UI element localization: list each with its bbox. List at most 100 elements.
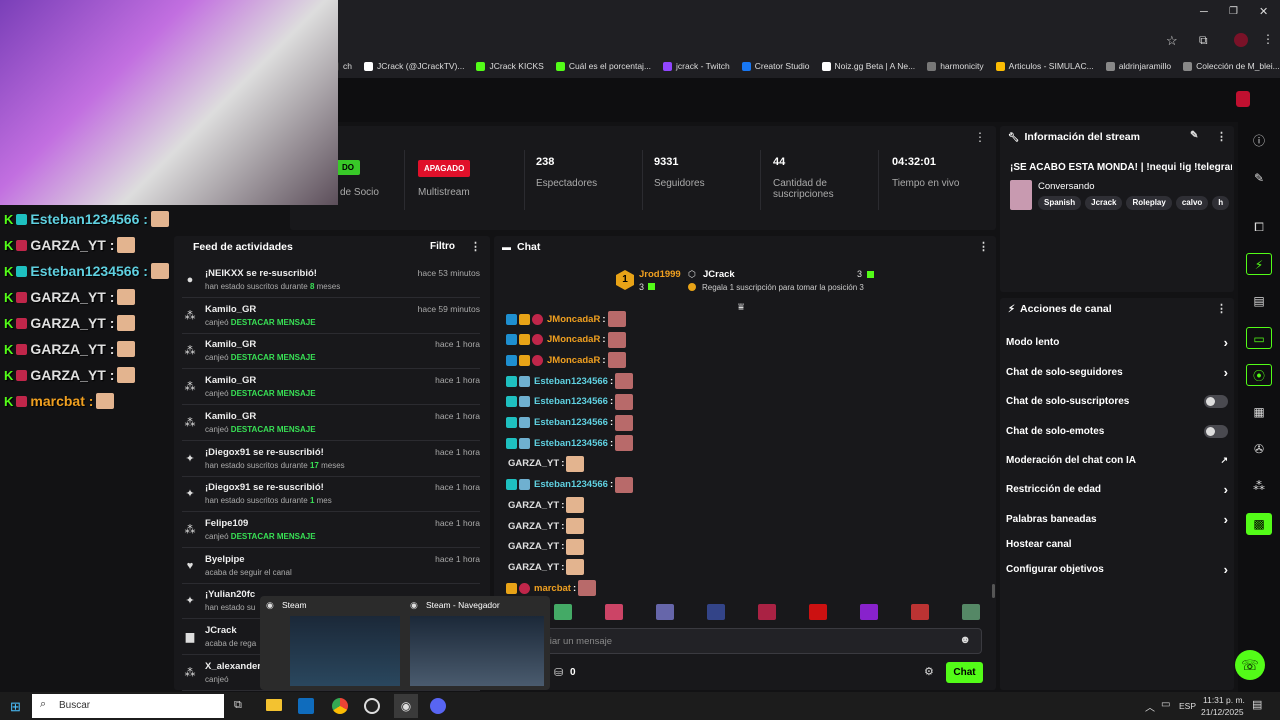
chat-message[interactable]: Esteban1234566:	[506, 372, 634, 390]
category-name[interactable]: Conversando	[1038, 181, 1095, 192]
feed-item[interactable]: ⁂ Felipe109 canjeó DESTACAR MENSAJE hace 1 …	[182, 514, 480, 548]
feed-item[interactable]: ✦ ¡Diegox91 se re-suscribió! han estado su…	[182, 478, 480, 513]
chat-username[interactable]: marcbat	[534, 583, 571, 594]
channel-action-item[interactable]: Moderación del chat con IA ↗	[1006, 451, 1228, 469]
chat-input[interactable]: viar un mensaje ☻	[536, 628, 982, 654]
channel-action-item[interactable]: Modo lento ›	[1006, 333, 1228, 351]
category-thumbnail[interactable]	[1010, 180, 1032, 210]
bookmark-item[interactable]: JCrack (@JCrackTV)...	[363, 61, 464, 71]
preview-title-steam[interactable]: Steam	[282, 600, 307, 610]
channel-action-item[interactable]: Chat de solo-emotes	[1006, 422, 1228, 440]
chat-message[interactable]: GARZA_YT:	[506, 538, 585, 556]
bookmark-item[interactable]: Articulos - SIMULAC...	[995, 61, 1094, 71]
chat-username[interactable]: GARZA_YT	[508, 458, 559, 469]
chat-message[interactable]: JMoncadaR:	[506, 310, 626, 328]
outlook-icon[interactable]	[298, 698, 314, 714]
chat-message[interactable]: Esteban1234566:	[506, 434, 634, 452]
chat-username[interactable]: JMoncadaR	[547, 314, 600, 325]
chat-username[interactable]: GARZA_YT	[508, 521, 559, 532]
emote-button[interactable]	[656, 604, 674, 620]
extensions-icon[interactable]: ⧉	[1199, 33, 1208, 48]
chat-message[interactable]: JMoncadaR:	[506, 331, 626, 349]
capture-icon[interactable]: ⧠	[1246, 216, 1272, 238]
toggle-switch[interactable]	[1204, 424, 1228, 438]
preview-title-steam-browser[interactable]: Steam - Navegador	[426, 600, 500, 610]
lightning-icon[interactable]: ⚡︎	[1246, 253, 1272, 275]
share-icon[interactable]: ⁂	[1246, 475, 1272, 497]
chat-username[interactable]: Esteban1234566	[534, 438, 608, 449]
chat-settings-icon[interactable]: ⚙	[924, 665, 934, 678]
feed-item[interactable]: ● ¡NEIKXX se re-suscribió! han estado susc…	[182, 264, 480, 298]
preview-thumbnail-steam[interactable]	[290, 616, 400, 686]
bookmark-item[interactable]: harmonicity	[927, 61, 984, 71]
chat-username[interactable]: Esteban1234566	[534, 417, 608, 428]
bookmark-item[interactable]: Creator Studio	[741, 61, 810, 71]
star-icon[interactable]: ☆	[1166, 33, 1178, 49]
send-chat-button[interactable]: Chat	[946, 662, 983, 683]
gift-leaderboard[interactable]: 1 Jrod1999 3 ⬡ JCrack 3 Regala 1 suscrip…	[614, 266, 884, 296]
feed-item[interactable]: ⁂ Kamilo_GR canjeó DESTACAR MENSAJE hace 59…	[182, 300, 480, 334]
clapper-icon[interactable]: ▩	[1246, 513, 1272, 535]
obs-icon[interactable]	[364, 698, 380, 714]
chrome-icon[interactable]	[332, 698, 348, 714]
emote-button[interactable]	[707, 604, 725, 620]
channel-action-item[interactable]: Configurar objetivos ›	[1006, 560, 1228, 578]
menu-icon[interactable]: ⋮	[1262, 32, 1274, 46]
chat-username[interactable]: GARZA_YT	[508, 500, 559, 511]
chat-message[interactable]: Esteban1234566:	[506, 393, 634, 411]
file-explorer-icon[interactable]	[266, 699, 282, 711]
bookmark-item[interactable]: Noiz.gg Beta | A Ne...	[821, 61, 915, 71]
more-options-icon[interactable]: ⋮	[1216, 130, 1227, 143]
feed-item[interactable]: ✦ ¡Diegox91 se re-suscribió! han estado su…	[182, 443, 480, 477]
emote-button[interactable]	[809, 604, 827, 620]
stream-tag[interactable]: Spanish	[1038, 196, 1082, 210]
pinned-divider-icon[interactable]: ⩸	[738, 302, 744, 313]
feed-item[interactable]: ♥ Byelpipe acaba de seguir el canal hace 1 …	[182, 550, 480, 584]
taskbar-search[interactable]: ⌕ Buscar	[32, 694, 224, 718]
chat-message[interactable]: GARZA_YT:	[506, 558, 585, 576]
bookmark-item[interactable]: Cuál es el porcentaj...	[555, 61, 651, 71]
chat-message[interactable]: Esteban1234566:	[506, 476, 634, 494]
emoji-icon[interactable]: ☻	[959, 634, 971, 646]
channel-action-item[interactable]: Restricción de edad ›	[1006, 480, 1228, 498]
task-view-icon[interactable]: ⧉	[234, 699, 242, 712]
filter-button[interactable]: Filtro	[430, 241, 455, 252]
chat-username[interactable]: Esteban1234566	[534, 396, 608, 407]
emote-button[interactable]	[758, 604, 776, 620]
more-options-icon[interactable]: ⋮	[1216, 302, 1227, 315]
document-icon[interactable]: ▤	[1246, 290, 1272, 312]
stream-tag[interactable]: calvo	[1175, 196, 1209, 210]
chat-username[interactable]: GARZA_YT	[508, 562, 559, 573]
chat-username[interactable]: JMoncadaR	[547, 334, 600, 345]
chat-scrollbar[interactable]	[992, 584, 995, 598]
chat-message[interactable]: GARZA_YT:	[506, 496, 585, 514]
toggle-switch[interactable]	[1204, 394, 1228, 408]
preview-thumbnail-steam-browser[interactable]	[410, 616, 544, 686]
emote-button[interactable]	[605, 604, 623, 620]
emote-button[interactable]	[962, 604, 980, 620]
pencil-icon[interactable]: ✎	[1246, 167, 1272, 189]
clock-time[interactable]: 11:31 p. m.	[1203, 695, 1245, 705]
windows-start-icon[interactable]: ⊞	[10, 699, 21, 715]
wrench-icon[interactable]: ✇	[1246, 438, 1272, 460]
chat-username[interactable]: Esteban1234566	[534, 479, 608, 490]
profile-icon[interactable]	[1234, 33, 1248, 47]
channel-action-item[interactable]: Palabras baneadas ›	[1006, 510, 1228, 528]
bookmark-item[interactable]: aldrinjaramillo	[1105, 61, 1171, 71]
stream-tag[interactable]: Roleplay	[1126, 196, 1172, 210]
feed-item[interactable]: ⁂ Kamilo_GR canjeó DESTACAR MENSAJE hace 1 …	[182, 371, 480, 406]
more-options-icon[interactable]: ⋮	[974, 130, 986, 144]
close-icon[interactable]: ✕	[1259, 5, 1268, 18]
more-options-icon[interactable]: ⋮	[978, 240, 989, 253]
emote-button[interactable]	[911, 604, 929, 620]
language-indicator[interactable]: ESP	[1179, 701, 1196, 711]
chevron-up-icon[interactable]: ︿	[1145, 699, 1155, 714]
kick-logo-icon[interactable]	[1236, 91, 1250, 107]
feed-item[interactable]: ⁂ Kamilo_GR canjeó DESTACAR MENSAJE hace 1 …	[182, 407, 480, 441]
layout-icon[interactable]: ▦	[1246, 401, 1272, 423]
chat-message[interactable]: JMoncadaR:	[506, 351, 626, 369]
bookmark-item[interactable]: jcrack - Twitch	[663, 61, 730, 71]
clock-date[interactable]: 21/12/2025	[1201, 707, 1244, 717]
more-options-icon[interactable]: ⋮	[470, 240, 481, 253]
minimize-icon[interactable]: ─	[1200, 6, 1208, 18]
